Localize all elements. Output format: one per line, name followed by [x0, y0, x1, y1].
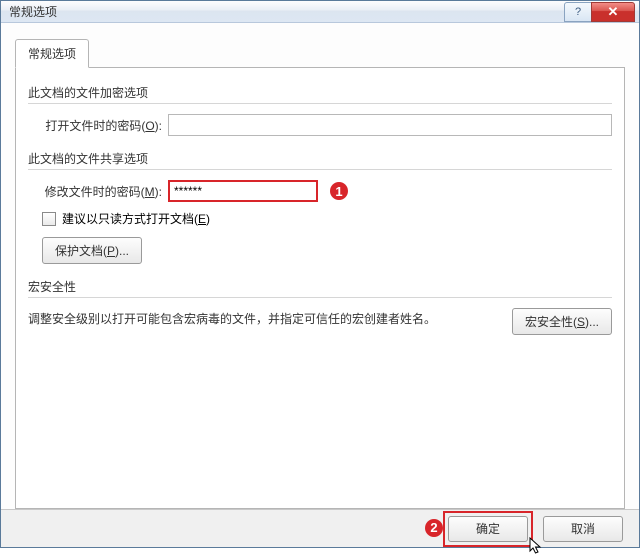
annotation-2: 2: [425, 519, 443, 537]
section-share-title: 此文档的文件共享选项: [28, 150, 612, 170]
row-modify-password: 修改文件时的密码(M): 1: [28, 180, 612, 202]
cancel-button[interactable]: 取消: [543, 516, 623, 542]
readonly-label: 建议以只读方式打开文档(E): [62, 210, 210, 227]
titlebar-buttons: ? ✕: [565, 2, 635, 22]
row-macro-desc: 调整安全级别以打开可能包含宏病毒的文件，并指定可信任的宏创建者姓名。 宏安全性(…: [28, 308, 612, 335]
row-readonly-recommend: 建议以只读方式打开文档(E): [42, 210, 612, 227]
tabpanel-general: 此文档的文件加密选项 打开文件时的密码(O): 此文档的文件共享选项 修改文件时…: [15, 67, 625, 509]
ok-button-label: 确定: [476, 520, 500, 537]
modify-password-label: 修改文件时的密码(M):: [28, 183, 168, 200]
dialog-general-options: 常规选项 ? ✕ 常规选项 此文档的文件加密选项 打开文件时的密码(O):: [0, 0, 640, 548]
readonly-checkbox[interactable]: [42, 212, 56, 226]
help-button[interactable]: ?: [564, 2, 592, 22]
section-encrypt: 此文档的文件加密选项 打开文件时的密码(O):: [28, 84, 612, 136]
protect-document-button[interactable]: 保护文档(P)...: [42, 237, 142, 264]
window-title: 常规选项: [9, 3, 565, 20]
help-icon: ?: [575, 6, 581, 18]
row-open-password: 打开文件时的密码(O):: [28, 114, 612, 136]
titlebar: 常规选项 ? ✕: [1, 1, 639, 23]
ok-highlight: 2 确定: [443, 511, 533, 547]
tab-general[interactable]: 常规选项: [15, 39, 89, 68]
section-encrypt-title: 此文档的文件加密选项: [28, 84, 612, 104]
section-share: 此文档的文件共享选项 修改文件时的密码(M): 1 建议以只读方式打开文档(E): [28, 150, 612, 264]
close-button[interactable]: ✕: [591, 2, 635, 22]
section-macro-title: 宏安全性: [28, 278, 612, 298]
dialog-body: 常规选项 此文档的文件加密选项 打开文件时的密码(O): 此文档的文件共享选项: [1, 23, 639, 509]
macro-security-button[interactable]: 宏安全性(S)...: [512, 308, 612, 335]
open-password-input[interactable]: [168, 114, 612, 136]
tab-general-label: 常规选项: [28, 47, 76, 61]
cancel-button-label: 取消: [571, 520, 595, 537]
protect-doc-wrap: 保护文档(P)...: [42, 237, 612, 264]
dialog-footer: 2 确定 取消: [1, 509, 639, 547]
macro-desc-text: 调整安全级别以打开可能包含宏病毒的文件，并指定可信任的宏创建者姓名。: [28, 308, 436, 327]
modify-password-input[interactable]: [168, 180, 318, 202]
section-macro: 宏安全性 调整安全级别以打开可能包含宏病毒的文件，并指定可信任的宏创建者姓名。 …: [28, 278, 612, 335]
annotation-1: 1: [330, 182, 348, 200]
tabstrip: 常规选项: [15, 39, 625, 68]
open-password-label: 打开文件时的密码(O):: [28, 117, 168, 134]
close-icon: ✕: [608, 4, 619, 20]
cursor-icon: [529, 537, 543, 555]
ok-button[interactable]: 确定: [448, 516, 528, 542]
